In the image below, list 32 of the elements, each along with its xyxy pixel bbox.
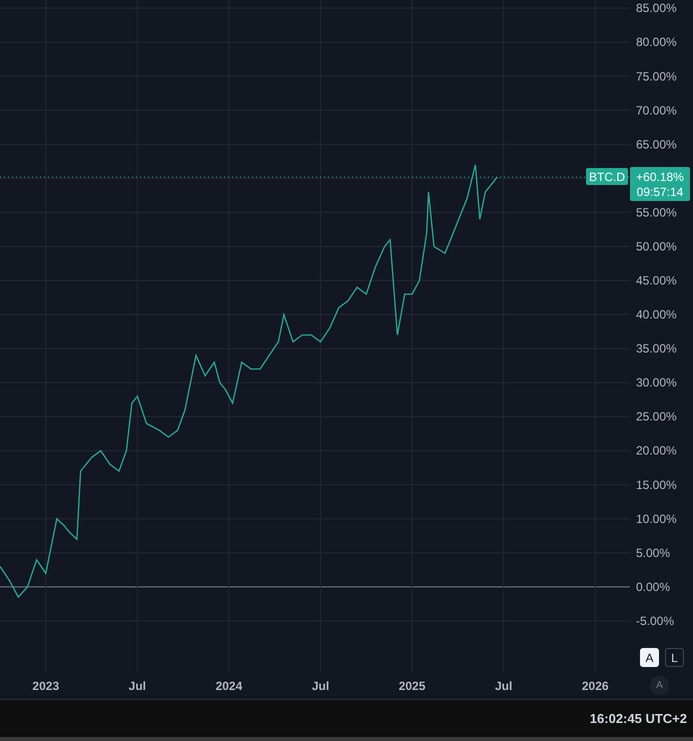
scale-button[interactable]: L <box>665 648 684 667</box>
y-tick-label: 55.00% <box>636 205 677 220</box>
y-tick-label: 20.00% <box>636 444 677 458</box>
x-tick-label: Jul <box>128 679 146 693</box>
y-tick-label: 40.00% <box>636 308 677 322</box>
x-tick-label: 2024 <box>216 679 242 693</box>
y-tick-label: 25.00% <box>636 410 677 424</box>
y-tick-label: 45.00% <box>636 274 677 288</box>
y-tick-label: 10.00% <box>636 512 677 526</box>
symbol-label: BTC.D <box>586 168 628 186</box>
ref-line-label: +60.18% <box>636 170 684 184</box>
y-tick-label: 35.00% <box>636 342 677 356</box>
x-tick-label: 2026 <box>582 679 609 693</box>
y-tick-label: 50.00% <box>636 239 677 254</box>
price-value-label: +60.18% 09:57:14 <box>630 167 690 202</box>
x-tick-label: 2025 <box>398 679 426 693</box>
clock-time: 16:02:45 UTC+2 <box>590 710 687 728</box>
y-tick-label: 70.00% <box>636 103 677 118</box>
x-tick-label: Jul <box>494 679 512 693</box>
y-tick-label: 15.00% <box>636 478 677 492</box>
y-tick-label: 5.00% <box>636 546 670 560</box>
y-tick-label: 85.00% <box>636 1 677 16</box>
x-tick-label: Jul <box>312 679 330 693</box>
y-tick-label: 65.00% <box>636 137 677 152</box>
y-tick-label: -5.00% <box>636 614 674 628</box>
x-tick-label: 2023 <box>32 679 60 693</box>
y-tick-label: 80.00% <box>636 35 677 50</box>
y-tick-label: 30.00% <box>636 376 677 390</box>
y-tick-label: 75.00% <box>636 69 677 84</box>
scale-button[interactable]: A <box>640 648 659 667</box>
auto-scale-button[interactable]: A <box>650 676 669 695</box>
y-tick-label: 0.00% <box>636 580 670 594</box>
